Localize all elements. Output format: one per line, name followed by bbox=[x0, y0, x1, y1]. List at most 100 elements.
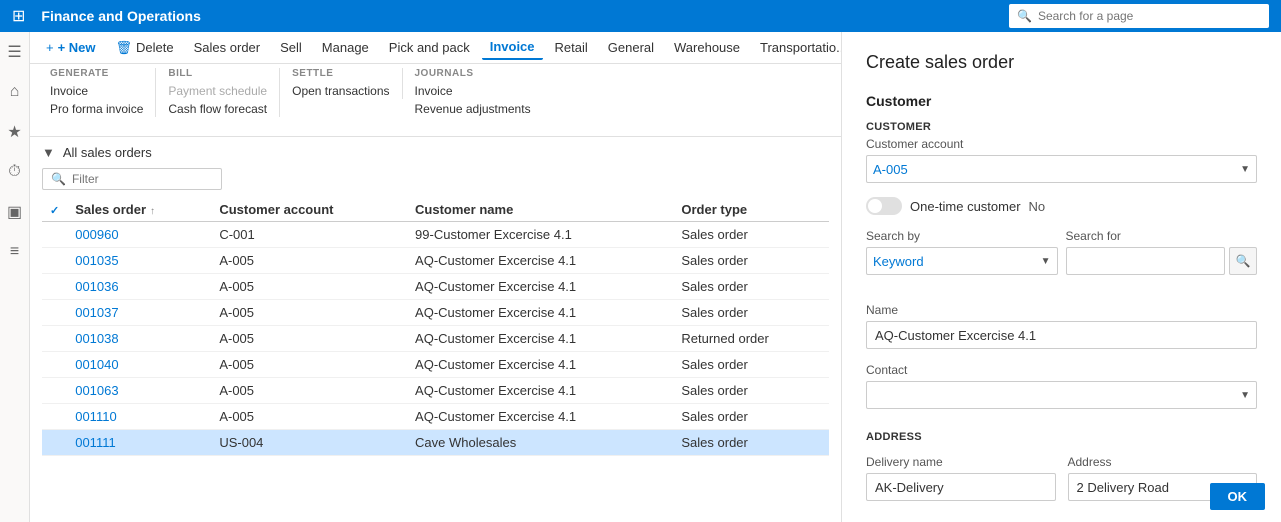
transportation-tab[interactable]: Transportatio... bbox=[752, 36, 841, 59]
table-row[interactable]: 001036 A-005 AQ-Customer Excercise 4.1 S… bbox=[42, 274, 829, 300]
filter-row: 🔍 bbox=[42, 168, 829, 190]
name-input[interactable] bbox=[866, 321, 1257, 349]
general-tab[interactable]: General bbox=[600, 36, 662, 59]
row-sales-order[interactable]: 001110 bbox=[67, 404, 211, 430]
row-order-type: Sales order bbox=[673, 352, 829, 378]
search-for-group: Search for 🔍 bbox=[1066, 229, 1258, 275]
table-row[interactable]: 001040 A-005 AQ-Customer Excercise 4.1 S… bbox=[42, 352, 829, 378]
row-sales-order[interactable]: 001040 bbox=[67, 352, 211, 378]
table-row[interactable]: 001110 A-005 AQ-Customer Excercise 4.1 S… bbox=[42, 404, 829, 430]
one-time-customer-toggle[interactable] bbox=[866, 197, 902, 215]
row-customer-name: AQ-Customer Excercise 4.1 bbox=[407, 300, 673, 326]
delivery-name-label: Delivery name bbox=[866, 455, 1056, 469]
row-checkbox[interactable] bbox=[42, 274, 67, 300]
table-row[interactable]: 000960 C-001 99-Customer Excercise 4.1 S… bbox=[42, 222, 829, 248]
row-checkbox[interactable] bbox=[42, 430, 67, 456]
delete-button[interactable]: 🗑 Delete bbox=[108, 36, 182, 60]
col-customer-account[interactable]: Customer account bbox=[211, 198, 407, 222]
bill-group-items: Payment schedule Cash flow forecast bbox=[168, 83, 267, 117]
open-transactions-item[interactable]: Open transactions bbox=[292, 83, 389, 99]
table-row[interactable]: 001111 US-004 Cave Wholesales Sales orde… bbox=[42, 430, 829, 456]
table-row[interactable]: 001063 A-005 AQ-Customer Excercise 4.1 S… bbox=[42, 378, 829, 404]
cash-flow-forecast-item[interactable]: Cash flow forecast bbox=[168, 101, 267, 117]
row-customer-name: AQ-Customer Excercise 4.1 bbox=[407, 326, 673, 352]
row-checkbox[interactable] bbox=[42, 222, 67, 248]
table-row[interactable]: 001035 A-005 AQ-Customer Excercise 4.1 S… bbox=[42, 248, 829, 274]
contact-select[interactable] bbox=[867, 388, 1234, 403]
home-icon[interactable]: ⌂ bbox=[3, 80, 27, 104]
row-checkbox[interactable] bbox=[42, 404, 67, 430]
sell-tab[interactable]: Sell bbox=[272, 36, 310, 59]
pick-and-pack-tab[interactable]: Pick and pack bbox=[381, 36, 478, 59]
row-checkbox[interactable] bbox=[42, 378, 67, 404]
ribbon-group-journals: JOURNALS Invoice Revenue adjustments bbox=[403, 68, 543, 117]
row-sales-order[interactable]: 001036 bbox=[67, 274, 211, 300]
pro-forma-invoice-item[interactable]: Pro forma invoice bbox=[50, 101, 143, 117]
workspaces-icon[interactable]: ▣ bbox=[3, 200, 27, 224]
table-header: ✓ Sales order↑ Customer account Customer… bbox=[42, 198, 829, 222]
sales-order-tab[interactable]: Sales order bbox=[186, 36, 268, 59]
delivery-name-input[interactable] bbox=[866, 473, 1056, 501]
table-row[interactable]: 001038 A-005 AQ-Customer Excercise 4.1 R… bbox=[42, 326, 829, 352]
app-grid-icon[interactable]: ⊞ bbox=[12, 6, 25, 26]
recent-icon[interactable]: ⏱ bbox=[3, 160, 27, 184]
row-checkbox[interactable] bbox=[42, 300, 67, 326]
customer-account-label: Customer account bbox=[866, 137, 1257, 151]
favorites-icon[interactable]: ★ bbox=[3, 120, 27, 144]
table-area: ▼ All sales orders 🔍 ✓ Sales order↑ Cust bbox=[30, 137, 841, 522]
ribbon-group-bill: BILL Payment schedule Cash flow forecast bbox=[156, 68, 280, 117]
warehouse-tab[interactable]: Warehouse bbox=[666, 36, 748, 59]
search-for-button[interactable]: 🔍 bbox=[1229, 247, 1257, 275]
hamburger-icon[interactable]: ☰ bbox=[3, 40, 27, 64]
retail-tab[interactable]: Retail bbox=[547, 36, 596, 59]
table-row[interactable]: 001037 A-005 AQ-Customer Excercise 4.1 S… bbox=[42, 300, 829, 326]
new-button[interactable]: + + New bbox=[38, 36, 104, 59]
filter-input-wrapper[interactable]: 🔍 bbox=[42, 168, 222, 190]
row-customer-name: AQ-Customer Excercise 4.1 bbox=[407, 404, 673, 430]
customer-account-select[interactable]: A-005 bbox=[867, 162, 1234, 177]
invoice-item[interactable]: Invoice bbox=[50, 83, 143, 99]
row-sales-order[interactable]: 001063 bbox=[67, 378, 211, 404]
global-search-box[interactable]: 🔍 bbox=[1009, 4, 1269, 28]
row-sales-order[interactable]: 001111 bbox=[67, 430, 211, 456]
row-checkbox[interactable] bbox=[42, 326, 67, 352]
filter-icon[interactable]: ▼ bbox=[42, 145, 55, 160]
customer-account-select-wrapper[interactable]: A-005 ▼ bbox=[866, 155, 1257, 183]
manage-tab[interactable]: Manage bbox=[314, 36, 377, 59]
row-sales-order[interactable]: 000960 bbox=[67, 222, 211, 248]
menu-icon[interactable]: ≡ bbox=[3, 240, 27, 264]
row-customer-name: AQ-Customer Excercise 4.1 bbox=[407, 352, 673, 378]
col-order-type[interactable]: Order type bbox=[673, 198, 829, 222]
search-by-select-wrapper[interactable]: Keyword ▼ bbox=[866, 247, 1058, 275]
invoice-tab[interactable]: Invoice bbox=[482, 35, 543, 60]
search-for-input[interactable] bbox=[1066, 247, 1226, 275]
search-by-chevron-icon: ▼ bbox=[1035, 256, 1057, 267]
main-toolbar: + + New 🗑 Delete Sales order Sell Manag bbox=[30, 32, 841, 64]
bill-group-label: BILL bbox=[168, 68, 267, 79]
one-time-customer-row: One-time customer No bbox=[866, 197, 1257, 215]
ribbon-group-generate: GENERATE Invoice Pro forma invoice bbox=[38, 68, 156, 117]
row-customer-name: AQ-Customer Excercise 4.1 bbox=[407, 378, 673, 404]
global-search-input[interactable] bbox=[1038, 9, 1261, 23]
address-section-label: ADDRESS bbox=[866, 431, 1257, 443]
row-sales-order[interactable]: 001037 bbox=[67, 300, 211, 326]
customer-field-group: CUSTOMER Customer account A-005 ▼ bbox=[866, 121, 1257, 183]
col-sales-order[interactable]: Sales order↑ bbox=[67, 198, 211, 222]
row-sales-order[interactable]: 001035 bbox=[67, 248, 211, 274]
row-sales-order[interactable]: 001038 bbox=[67, 326, 211, 352]
checkbox-col-header: ✓ bbox=[42, 198, 67, 222]
row-checkbox[interactable] bbox=[42, 352, 67, 378]
contact-field-group: Contact ▼ bbox=[866, 363, 1257, 409]
ok-button[interactable]: OK bbox=[1210, 483, 1266, 510]
row-order-type: Sales order bbox=[673, 300, 829, 326]
row-checkbox[interactable] bbox=[42, 248, 67, 274]
search-by-select[interactable]: Keyword bbox=[867, 254, 1035, 269]
ribbon: + + New 🗑 Delete Sales order Sell Manag bbox=[30, 32, 841, 137]
table-body: 000960 C-001 99-Customer Excercise 4.1 S… bbox=[42, 222, 829, 456]
revenue-adjustments-item[interactable]: Revenue adjustments bbox=[415, 101, 531, 117]
filter-input[interactable] bbox=[72, 172, 213, 186]
col-customer-name[interactable]: Customer name bbox=[407, 198, 673, 222]
row-customer-account: C-001 bbox=[211, 222, 407, 248]
journals-invoice-item[interactable]: Invoice bbox=[415, 83, 531, 99]
contact-select-wrapper[interactable]: ▼ bbox=[866, 381, 1257, 409]
